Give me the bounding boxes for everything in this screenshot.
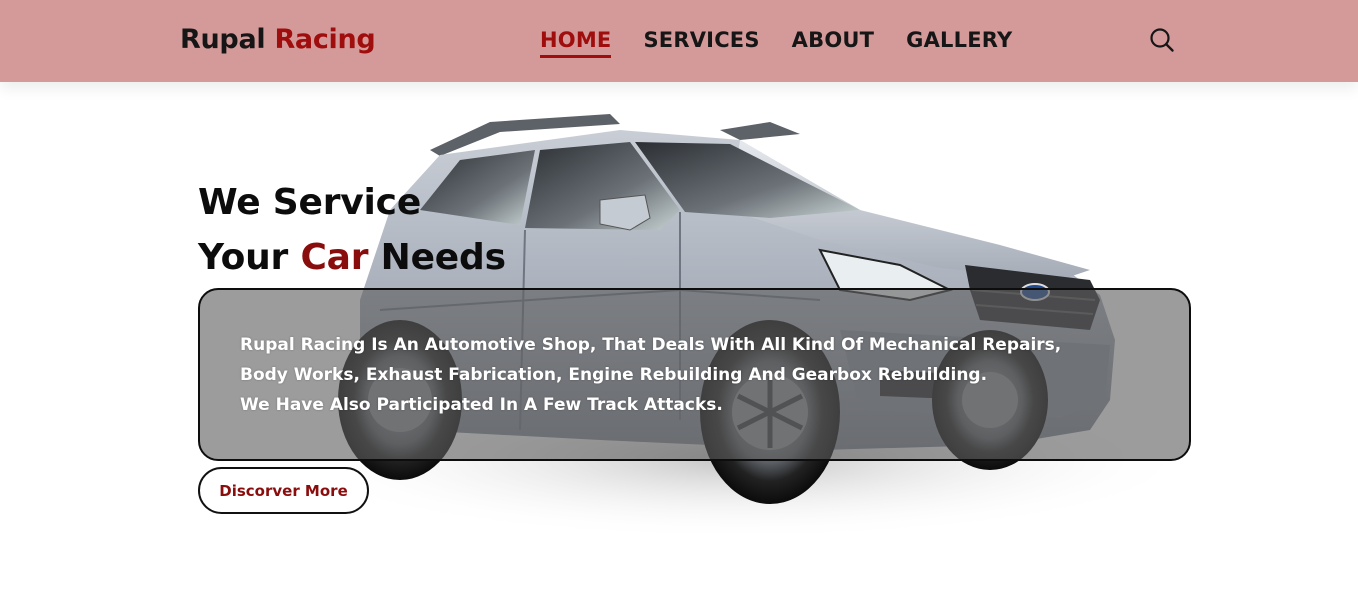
site-header: Rupal Racing HOME SERVICES ABOUT GALLERY xyxy=(0,0,1358,82)
nav-item-gallery[interactable]: GALLERY xyxy=(906,28,1012,58)
headline-line2-part1: Your xyxy=(198,237,289,278)
hero-section: We Service Your Car Needs Rupal Racing I… xyxy=(0,82,1358,615)
headline-accent-word: Car xyxy=(300,237,369,278)
description-text: Rupal Racing Is An Automotive Shop, That… xyxy=(240,330,1140,420)
brand-logo[interactable]: Rupal Racing xyxy=(180,24,376,55)
headline-line2-part2: Needs xyxy=(380,237,506,278)
discover-more-button[interactable]: Discorver More xyxy=(198,467,369,514)
description-line: Rupal Racing Is An Automotive Shop, That… xyxy=(240,335,1062,355)
description-card: Rupal Racing Is An Automotive Shop, That… xyxy=(198,288,1191,461)
nav-item-services[interactable]: SERVICES xyxy=(643,28,759,58)
main-nav: HOME SERVICES ABOUT GALLERY xyxy=(540,28,1012,58)
nav-item-about[interactable]: ABOUT xyxy=(792,28,875,58)
brand-name-part2: Racing xyxy=(274,24,376,55)
search-icon[interactable] xyxy=(1148,26,1176,54)
nav-item-home[interactable]: HOME xyxy=(540,28,612,58)
headline-line1: We Service xyxy=(198,182,422,223)
hero-headline: We Service Your Car Needs xyxy=(198,175,506,285)
description-line: We Have Also Participated In A Few Track… xyxy=(240,395,723,415)
brand-name-part1: Rupal xyxy=(180,24,266,55)
description-line: Body Works, Exhaust Fabrication, Engine … xyxy=(240,365,988,385)
